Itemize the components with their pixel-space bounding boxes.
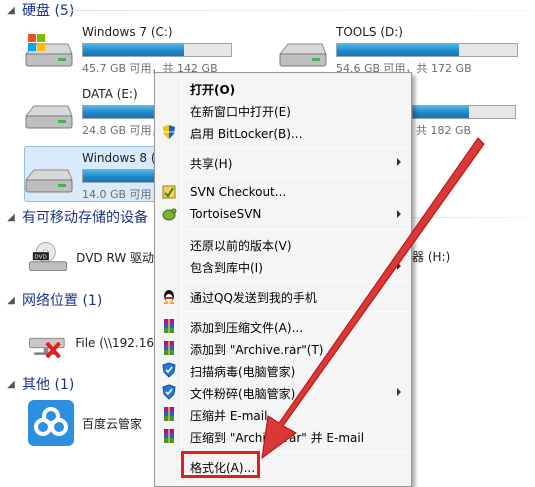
menu-item-compress-rar-email[interactable]: 压缩到 "Archive.rar" 并 E-mail xyxy=(157,425,409,447)
network-location-file[interactable]: File (\\192.16 xyxy=(28,320,154,366)
group-title: 其他 (1) xyxy=(22,377,75,393)
menu-item-label: 文件粉碎(电脑管家) xyxy=(190,387,296,401)
svn-checkout-icon xyxy=(162,185,176,199)
svg-text:DVD: DVD xyxy=(34,255,46,261)
collapse-chevron-icon[interactable]: ◢ xyxy=(4,293,18,307)
menu-separator xyxy=(185,177,407,178)
drive-name: Windows 7 (C:) xyxy=(82,25,173,39)
menu-item-bitlocker[interactable]: 启用 BitLocker(B)... xyxy=(157,121,409,143)
drive-usage-bar xyxy=(82,43,232,57)
group-divider xyxy=(412,217,530,218)
collapse-chevron-icon[interactable]: ◢ xyxy=(4,377,18,391)
menu-separator xyxy=(185,311,407,312)
menu-item-tortoisesvn[interactable]: TortoiseSVN xyxy=(157,203,409,225)
drive-c[interactable]: Windows 7 (C:) 45.7 GB 可用，共 142 GB xyxy=(24,22,232,76)
menu-item-label: 包含到库中(I) xyxy=(190,261,263,275)
drive-free-space: 14.0 GB 可用 xyxy=(82,188,152,201)
drive-usage-bar xyxy=(336,43,518,57)
drive-d[interactable]: TOOLS (D:) 54.6 GB 可用，共 172 GB xyxy=(278,22,528,76)
menu-item-label: 压缩并 E-mail xyxy=(190,409,268,423)
hard-drive-icon xyxy=(24,105,73,129)
drive-windows-8[interactable]: Windows 8 ( 14.0 GB 可用 xyxy=(24,148,164,202)
group-title: 网络位置 (1) xyxy=(22,293,103,309)
winrar-icon xyxy=(164,341,174,355)
group-header-removable[interactable]: ◢ 有可移动存储的设备 xyxy=(4,207,164,227)
submenu-arrow-icon xyxy=(397,262,401,270)
menu-item-qq-send[interactable]: 通过QQ发送到我的手机 xyxy=(157,285,409,307)
menu-separator xyxy=(185,147,407,148)
menu-item-label: SVN Checkout... xyxy=(190,185,287,199)
menu-item-open[interactable]: 打开(O) xyxy=(157,77,409,99)
menu-item-label: 打开(O) xyxy=(190,83,236,97)
menu-item-compress-email[interactable]: 压缩并 E-mail xyxy=(157,403,409,425)
menu-item-label: 添加到 "Archive.rar"(T) xyxy=(190,343,324,357)
baidu-cloud-manager[interactable]: 百度云管家 xyxy=(28,400,154,446)
drive-name: DATA (E:) xyxy=(82,87,138,101)
menu-item-label: 还原以前的版本(V) xyxy=(190,239,292,253)
submenu-arrow-icon xyxy=(397,388,401,396)
hard-drive-icon xyxy=(278,43,327,67)
pc-manager-shield-icon xyxy=(162,362,176,378)
group-header-other[interactable]: ◢ 其他 (1) xyxy=(4,374,164,394)
menu-item-restore-previous[interactable]: 还原以前的版本(V) xyxy=(157,233,409,255)
dvd-drive-label: DVD RW 驱动 xyxy=(76,250,154,265)
drive-name: Windows 8 ( xyxy=(82,151,156,165)
menu-item-shred-file[interactable]: 文件粉碎(电脑管家) xyxy=(157,381,409,403)
drive-f[interactable]: 共 182 GB xyxy=(400,84,528,138)
menu-item-label: 在新窗口中打开(E) xyxy=(190,105,291,119)
menu-item-scan-virus[interactable]: 扫描病毒(电脑管家) xyxy=(157,359,409,381)
network-location-label: File (\\192.16 xyxy=(75,336,154,350)
dvd-drive[interactable]: DVD DVD RW 驱动 xyxy=(28,234,154,280)
uac-shield-icon xyxy=(163,125,175,139)
menu-separator xyxy=(185,229,407,230)
windows-drive-icon xyxy=(24,34,73,67)
winrar-icon xyxy=(164,429,174,443)
menu-item-share[interactable]: 共享(H) xyxy=(157,151,409,173)
context-menu: 打开(O) 在新窗口中打开(E) 启用 BitLocker(B)... 共享(H… xyxy=(154,72,412,487)
disconnected-network-drive-icon xyxy=(29,337,65,359)
group-header-network[interactable]: ◢ 网络位置 (1) xyxy=(4,290,164,310)
menu-item-label: 通过QQ发送到我的手机 xyxy=(190,291,317,305)
menu-separator xyxy=(185,281,407,282)
menu-item-label: 共享(H) xyxy=(190,157,233,171)
drive-h[interactable]: 器 (H:) xyxy=(412,236,530,276)
qq-penguin-icon xyxy=(163,290,175,304)
group-divider xyxy=(64,10,530,11)
menu-item-label: 压缩到 "Archive.rar" 并 E-mail xyxy=(190,431,365,445)
drive-e[interactable]: DATA (E:) 24.8 GB 可用， xyxy=(24,84,164,138)
submenu-arrow-icon xyxy=(397,210,401,218)
group-title: 有可移动存储的设备 xyxy=(22,210,148,226)
drive-free-space: 24.8 GB 可用， xyxy=(82,124,163,137)
menu-item-open-new-window[interactable]: 在新窗口中打开(E) xyxy=(157,99,409,121)
menu-item-label: TortoiseSVN xyxy=(190,207,262,221)
menu-item-add-to-rar[interactable]: 添加到 "Archive.rar"(T) xyxy=(157,337,409,359)
winrar-icon xyxy=(164,319,174,333)
submenu-arrow-icon xyxy=(397,158,401,166)
menu-item-include-in-library[interactable]: 包含到库中(I) xyxy=(157,255,409,277)
collapse-chevron-icon[interactable]: ◢ xyxy=(4,210,18,224)
drive-usage-bar xyxy=(82,169,156,183)
menu-item-label: 扫描病毒(电脑管家) xyxy=(190,365,296,379)
tortoisesvn-icon xyxy=(162,208,177,221)
menu-item-label: 添加到压缩文件(A)... xyxy=(190,321,304,335)
collapse-chevron-icon[interactable]: ◢ xyxy=(4,3,18,17)
drive-usage-bar xyxy=(82,105,156,119)
menu-item-svn-checkout[interactable]: SVN Checkout... xyxy=(157,181,409,203)
hard-drive-icon xyxy=(24,169,73,193)
dvd-drive-icon: DVD xyxy=(29,242,67,272)
menu-item-label: 启用 BitLocker(B)... xyxy=(190,127,303,141)
annotation-highlight-box xyxy=(181,451,260,478)
drive-name: TOOLS (D:) xyxy=(336,25,403,39)
drive-h-label: 器 (H:) xyxy=(412,249,451,264)
pc-manager-shield-icon xyxy=(162,384,176,400)
baidu-cloud-icon xyxy=(28,400,74,446)
winrar-icon xyxy=(164,407,174,421)
drive-free-space: 共 182 GB xyxy=(416,124,472,137)
baidu-cloud-label: 百度云管家 xyxy=(82,416,143,431)
menu-item-add-to-archive[interactable]: 添加到压缩文件(A)... xyxy=(157,315,409,337)
drive-usage-bar xyxy=(412,105,516,119)
